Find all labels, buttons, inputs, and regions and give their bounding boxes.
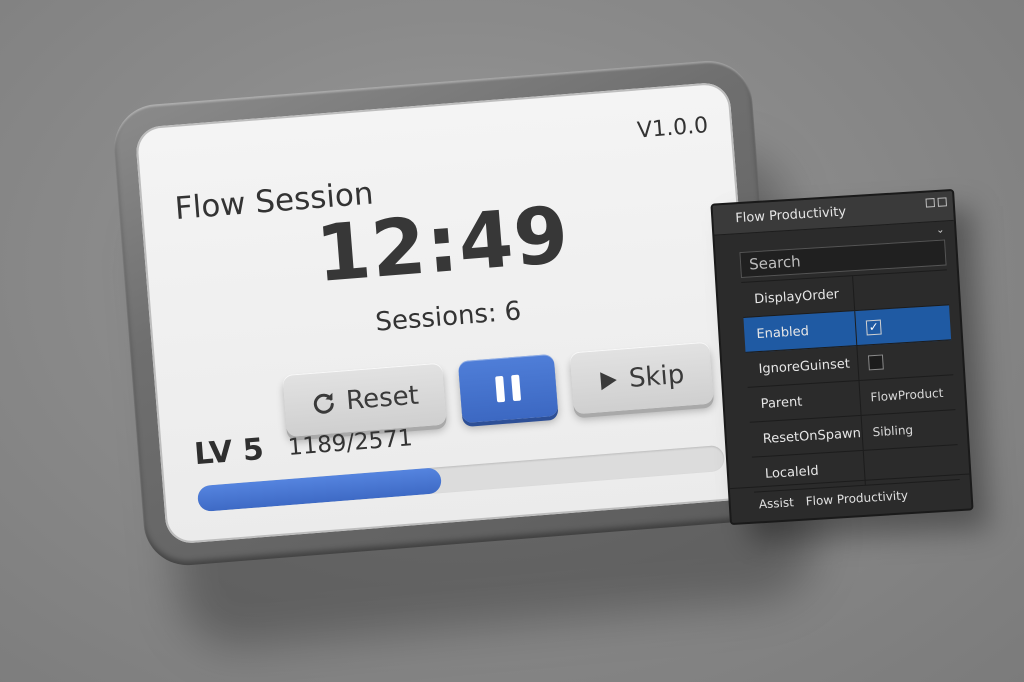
reset-button-label: Reset	[345, 380, 420, 417]
property-name: Enabled	[743, 311, 858, 352]
skip-button-label: Skip	[627, 359, 686, 394]
pause-button[interactable]	[457, 353, 559, 424]
property-name: Parent	[747, 380, 862, 422]
refresh-icon	[309, 389, 337, 417]
reset-button[interactable]: Reset	[282, 362, 447, 437]
chevron-down-icon: ⌄	[935, 224, 945, 236]
sessions-count: 6	[503, 296, 523, 328]
footer-assist-label[interactable]: Assist	[758, 495, 794, 511]
minimize-icon[interactable]	[925, 198, 936, 208]
device-frame: V1.0.0 Flow Session 12:49 Sessions: 6 Res…	[110, 57, 786, 569]
property-name: DisplayOrder	[741, 276, 856, 317]
level-label: LV 5	[192, 431, 266, 473]
property-value	[853, 270, 949, 310]
properties-panel: Flow Productivity ⌄ DisplayOrderEnabled ✓…	[710, 188, 974, 526]
xp-progress-bar	[196, 444, 726, 513]
property-value: ✓	[855, 305, 951, 345]
property-value: Sibling	[872, 422, 914, 440]
version-label: V1.0.0	[636, 113, 710, 144]
pause-icon	[495, 374, 522, 403]
property-value	[857, 340, 953, 380]
xp-progress-fill	[196, 467, 443, 513]
maximize-icon[interactable]	[937, 197, 947, 207]
sessions-label: Sessions:	[374, 298, 498, 338]
property-table: DisplayOrder Enabled ✓ IgnoreGuinset Parent F…	[741, 269, 960, 493]
footer-title: Flow Productivity	[805, 488, 909, 509]
play-icon	[598, 369, 620, 393]
panel-window-controls	[925, 197, 947, 208]
skip-button[interactable]: Skip	[569, 341, 714, 415]
property-value: FlowProduct	[870, 385, 944, 405]
device-screen: V1.0.0 Flow Session 12:49 Sessions: 6 Res…	[134, 81, 762, 545]
panel-title: Flow Productivity	[734, 204, 847, 227]
property-name: ResetOnSpawn	[749, 415, 864, 457]
property-name: IgnoreGuinset	[745, 346, 860, 387]
checkbox-checked[interactable]: ✓	[865, 319, 882, 335]
checkbox-unchecked[interactable]	[867, 353, 884, 370]
